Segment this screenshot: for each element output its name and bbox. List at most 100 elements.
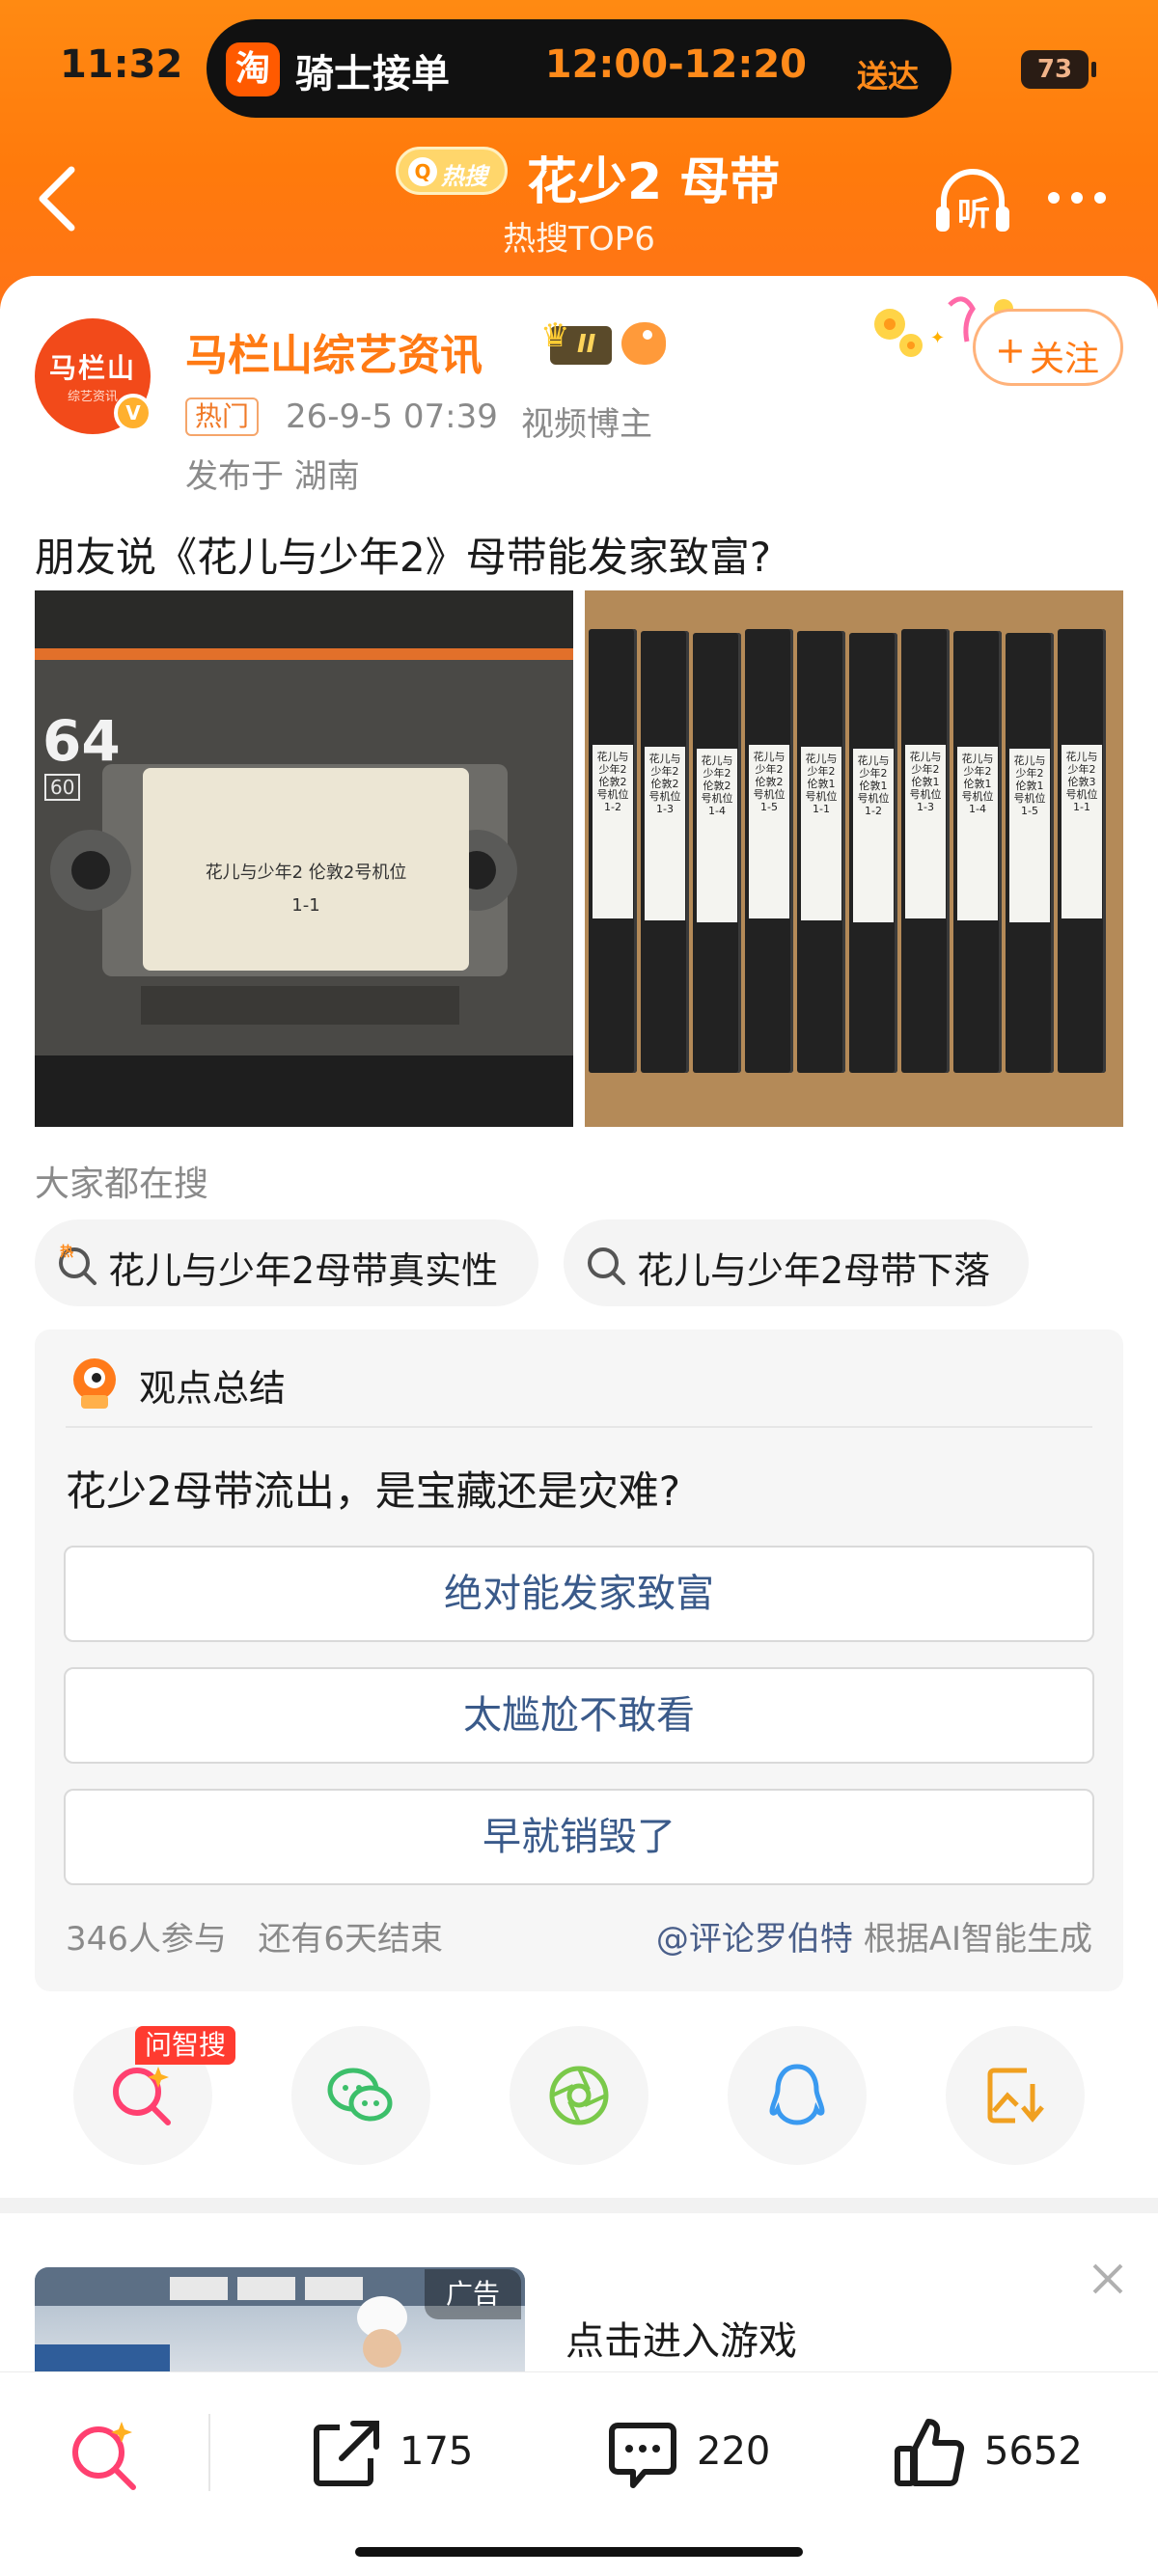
divider — [208, 2414, 210, 2491]
follow-button[interactable]: + 关注 — [973, 309, 1123, 386]
plus-icon: + — [995, 329, 1026, 371]
hot-badge-label: 热搜 — [441, 163, 487, 190]
share-arrow-icon — [314, 2421, 379, 2486]
follow-label: 关注 — [1030, 340, 1100, 379]
toolbar-ai-search-button[interactable] — [66, 2412, 152, 2495]
tape-row: 花儿与少年2 伦敦2号机位 1-2 花儿与少年2 伦敦2号机位 1-3 花儿与少年2… — [585, 590, 1123, 1127]
search-chip-authenticity[interactable]: 热 花儿与少年2母带真实性 — [35, 1219, 538, 1306]
vhs-tape: 花儿与少年2 伦敦1号机位 1-2 — [849, 633, 897, 1073]
vhs-tape: 花儿与少年2 伦敦2号机位 1-3 — [641, 631, 689, 1073]
comment-count: 220 — [697, 2429, 771, 2474]
tape-brand-mark: 64 — [42, 708, 121, 774]
repost-count: 175 — [400, 2429, 474, 2474]
svg-text:热: 热 — [60, 1244, 73, 1260]
vhs-tape-label: 花儿与少年2 伦敦1号机位 1-1 — [801, 747, 841, 920]
thumbs-up-icon — [895, 2419, 965, 2486]
comment-button[interactable]: 220 — [604, 2412, 778, 2495]
more-dot — [1094, 192, 1106, 204]
opinion-question: 花少2母带流出，是宝藏还是灾难? — [66, 1467, 681, 1515]
save-image-icon — [987, 2068, 1044, 2124]
close-icon — [1092, 2263, 1123, 2294]
ad-tag: 广告 — [425, 2269, 521, 2319]
header: 11:32 淘 骑士接单 12:00-12:20 送达 73 Q 热搜 花少2 … — [0, 0, 1158, 309]
participant-count: 346人参与 — [66, 1920, 227, 1959]
post-text[interactable]: 朋友说《花儿与少年2》母带能发家致富? — [35, 525, 771, 584]
share-moments-button[interactable] — [510, 2026, 648, 2165]
wechat-icon — [327, 2068, 393, 2122]
vhs-tape-label: 花儿与少年2 伦敦1号机位 1-3 — [905, 745, 946, 918]
author-role: 视频博主 — [521, 405, 652, 444]
credit-user-link[interactable]: @评论罗伯特 — [656, 1920, 853, 1959]
hot-search-icon: 热 — [59, 1244, 96, 1285]
dynamic-island[interactable]: 淘 骑士接单 12:00-12:20 送达 — [207, 19, 951, 118]
divider — [66, 1426, 1092, 1428]
ad-title[interactable]: 点击进入游戏 — [565, 2310, 797, 2366]
search-chip-label: 花儿与少年2母带下落 — [637, 1249, 991, 1292]
status-time: 11:32 — [60, 42, 183, 87]
taobao-logo-icon: 淘 — [226, 42, 280, 96]
vhs-tape-label: 花儿与少年2 伦敦3号机位 1-1 — [1062, 745, 1102, 918]
verified-badge-icon: V — [114, 394, 152, 432]
ask-badge: 问智搜 — [135, 2026, 236, 2065]
search-chip-label: 花儿与少年2母带真实性 — [108, 1249, 499, 1292]
hot-tag: 热门 — [185, 397, 260, 436]
more-dots-icon — [1048, 192, 1060, 204]
svg-text:✦: ✦ — [930, 328, 945, 348]
more-button[interactable] — [1044, 183, 1112, 214]
vhs-tape: 花儿与少年2 伦敦1号机位 1-5 — [1006, 633, 1054, 1073]
vote-option-destroyed[interactable]: 早就销毁了 — [64, 1789, 1094, 1885]
tape-brand-sub: 60 — [44, 774, 81, 801]
vhs-tape: 花儿与少年2 伦敦2号机位 1-5 — [745, 629, 793, 1073]
tape-label-line2: 1-1 — [291, 895, 320, 916]
post-image-tape-stack[interactable]: 花儿与少年2 伦敦2号机位 1-2 花儿与少年2 伦敦2号机位 1-3 花儿与少年2… — [585, 590, 1123, 1127]
save-image-button[interactable] — [946, 2026, 1085, 2165]
hot-search-badge: Q 热搜 — [396, 147, 508, 195]
vhs-tape-label: 花儿与少年2 伦敦2号机位 1-2 — [593, 745, 633, 918]
home-indicator[interactable] — [355, 2547, 803, 2557]
listen-label: 听 — [957, 195, 990, 233]
vhs-tape-label: 花儿与少年2 伦敦2号机位 1-3 — [645, 747, 685, 920]
like-count: 5652 — [984, 2429, 1083, 2474]
section-separator — [0, 2198, 1158, 2213]
tape-label-line1: 花儿与少年2 伦敦2号机位 — [205, 863, 407, 883]
level-number: II — [577, 330, 596, 359]
moments-icon — [549, 2066, 609, 2125]
vhs-tape: 花儿与少年2 伦敦1号机位 1-3 — [901, 629, 950, 1073]
opinion-stats: 346人参与 还有6天结束 — [66, 1912, 443, 1959]
search-icon — [588, 1247, 625, 1285]
comment-icon — [609, 2423, 676, 2488]
vote-option-awkward[interactable]: 太尴尬不敢看 — [64, 1667, 1094, 1764]
search-chip-whereabouts[interactable]: 花儿与少年2母带下落 — [564, 1219, 1029, 1306]
share-qq-button[interactable] — [728, 2026, 867, 2165]
like-button[interactable]: 5652 — [892, 2412, 1104, 2495]
search-icon: Q — [408, 157, 437, 186]
vhs-tape-label: 花儿与少年2 伦敦1号机位 1-2 — [853, 749, 894, 922]
vote-option-rich[interactable]: 绝对能发家致富 — [64, 1546, 1094, 1642]
battery-indicator: 73 — [1021, 50, 1096, 89]
time-remaining: 还有6天结束 — [258, 1920, 443, 1959]
vhs-tape: 花儿与少年2 伦敦2号机位 1-2 — [589, 629, 637, 1073]
ad-close-button[interactable] — [1087, 2258, 1129, 2300]
vhs-tape: 花儿与少年2 伦敦1号机位 1-4 — [953, 631, 1002, 1073]
credit-note: 根据AI智能生成 — [852, 1920, 1092, 1959]
vhs-tape-label: 花儿与少年2 伦敦1号机位 1-5 — [1009, 749, 1050, 922]
search-heading: 大家都在搜 — [35, 1165, 209, 1204]
vhs-tape: 花儿与少年2 伦敦1号机位 1-1 — [797, 631, 845, 1073]
vhs-tape-label: 花儿与少年2 伦敦2号机位 1-4 — [697, 749, 737, 922]
island-title: 骑士接单 — [295, 52, 450, 96]
page-title: 花少2 母带 — [527, 153, 781, 211]
listen-button[interactable]: 听 — [932, 162, 1013, 239]
robot-mascot-icon — [73, 1358, 116, 1409]
post-time: 26-9-5 07:39 — [286, 397, 498, 436]
share-wechat-button[interactable] — [291, 2026, 430, 2165]
opinion-credit: @评论罗伯特 根据AI智能生成 — [656, 1912, 1092, 1959]
level-badge: ♛ II — [540, 316, 612, 365]
avatar-text: 马栏山 — [48, 352, 136, 384]
post-image-cassette[interactable]: 64 60 花儿与少年2 伦敦2号机位 1-1 — [35, 590, 573, 1127]
author-name[interactable]: 马栏山综艺资讯 — [185, 320, 482, 382]
ai-search-icon — [113, 2067, 171, 2125]
repost-button[interactable]: 175 — [307, 2412, 481, 2495]
opinion-summary-panel: 观点总结 花少2母带流出，是宝藏还是灾难? 绝对能发家致富 太尴尬不敢看 早就销… — [35, 1329, 1123, 1991]
vhs-tape: 花儿与少年2 伦敦2号机位 1-4 — [693, 633, 741, 1073]
more-dot — [1071, 192, 1083, 204]
